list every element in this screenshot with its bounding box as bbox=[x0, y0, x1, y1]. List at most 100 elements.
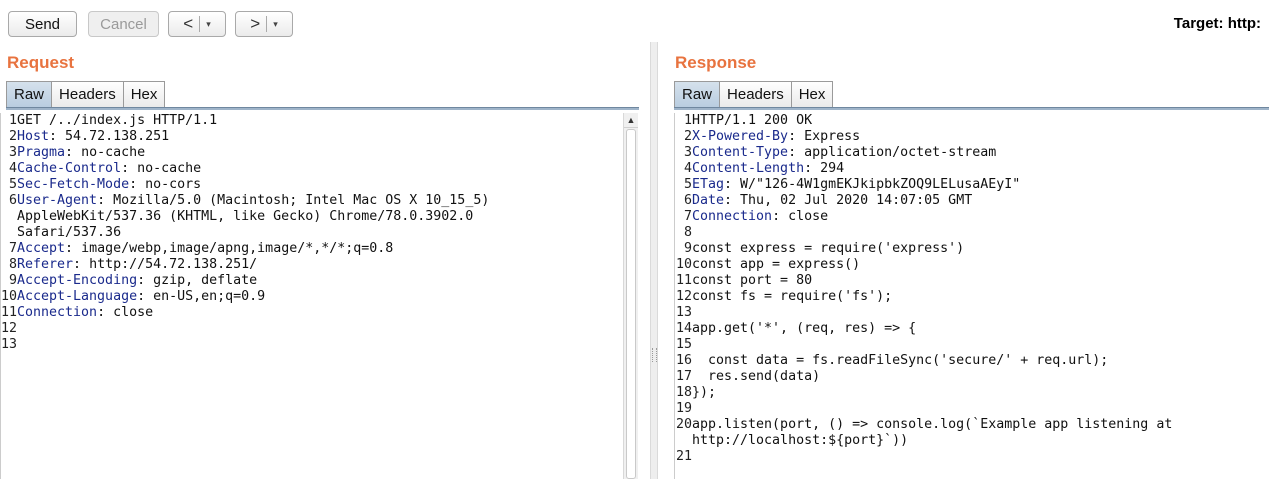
code-text: Pragma: no-cache bbox=[17, 145, 146, 160]
line-number: 9 bbox=[8, 273, 17, 288]
split-divider[interactable] bbox=[650, 42, 658, 479]
divider-grip[interactable] bbox=[652, 348, 657, 362]
line-value: image/webp,image/apng,image/*,*/*;q=0.8 bbox=[81, 241, 394, 256]
scroll-up-icon[interactable]: ▲ bbox=[624, 113, 638, 128]
code-text: app.get('*', (req, res) => { bbox=[692, 321, 1269, 337]
code-text: Accept-Encoding: gzip, deflate bbox=[17, 273, 258, 288]
chevron-down-icon[interactable]: ▾ bbox=[273, 19, 278, 30]
line-value: HTTP/1.1 200 OK bbox=[692, 113, 813, 128]
line-number: 11 bbox=[675, 273, 692, 288]
code-line: 11 Connection: close bbox=[1, 305, 623, 321]
line-value: no-cache bbox=[81, 145, 146, 160]
line-value: en-US,en;q=0.9 bbox=[153, 289, 266, 304]
code-line: 15 bbox=[675, 337, 1269, 353]
request-tab-raw[interactable]: Raw bbox=[6, 81, 53, 107]
line-number: 4 bbox=[683, 161, 692, 176]
line-value: W/"126-4W1gmEKJkipbkZOQ9LELusaAEyI" bbox=[740, 177, 1021, 192]
code-line: 9 const express = require('express') bbox=[675, 241, 1269, 257]
line-value: no-cors bbox=[145, 177, 202, 192]
code-line: 8 Referer: http://54.72.138.251/ bbox=[1, 257, 623, 273]
request-pane: Request Raw Headers Hex 1 GET /../index.j… bbox=[0, 50, 640, 479]
code-line: 21 bbox=[675, 449, 1269, 465]
chevron-left-icon: < bbox=[183, 14, 194, 33]
line-value: http://localhost:${port}`)) bbox=[692, 433, 909, 448]
request-tab-headers[interactable]: Headers bbox=[51, 81, 124, 107]
line-value: close bbox=[113, 305, 154, 320]
code-line: 1 GET /../index.js HTTP/1.1 bbox=[1, 113, 623, 129]
request-tab-hex[interactable]: Hex bbox=[122, 81, 166, 107]
line-value: const app = express() bbox=[692, 257, 861, 272]
code-text: Host: 54.72.138.251 bbox=[17, 129, 170, 144]
back-button[interactable]: < ▾ bbox=[168, 11, 226, 37]
forward-button[interactable]: > ▾ bbox=[235, 11, 293, 37]
code-text: }); bbox=[692, 385, 1269, 401]
line-number: 15 bbox=[675, 337, 692, 352]
line-value: const port = 80 bbox=[692, 273, 813, 288]
line-value: const data = fs.readFileSync('secure/' +… bbox=[692, 353, 1109, 368]
header-name: Content-Type bbox=[692, 145, 789, 160]
line-value: res.send(data) bbox=[692, 369, 821, 384]
line-number: 2 bbox=[683, 129, 692, 144]
request-scrollbar[interactable]: ▲ bbox=[623, 113, 638, 479]
response-tab-raw[interactable]: Raw bbox=[674, 81, 721, 107]
button-separator bbox=[199, 16, 201, 32]
send-button[interactable]: Send bbox=[8, 11, 77, 37]
request-editor[interactable]: 1 GET /../index.js HTTP/1.1 2 Host: 54.72.1… bbox=[0, 113, 623, 479]
line-number: 12 bbox=[675, 289, 692, 304]
code-text: Sec-Fetch-Mode: no-cors bbox=[17, 177, 202, 192]
line-number: 3 bbox=[8, 145, 17, 160]
code-line: 6 Date: Thu, 02 Jul 2020 14:07:05 GMT bbox=[675, 193, 1269, 209]
code-text: ETag: W/"126-4W1gmEKJkipbkZOQ9LELusaAEyI… bbox=[692, 177, 1021, 192]
code-line: 3 Pragma: no-cache bbox=[1, 145, 623, 161]
request-tabs: Raw Headers Hex bbox=[6, 81, 166, 107]
line-value: }); bbox=[692, 385, 717, 400]
response-tab-headers[interactable]: Headers bbox=[719, 81, 792, 107]
code-line: 8 bbox=[675, 225, 1269, 241]
header-name: Pragma bbox=[17, 145, 66, 160]
code-text: Connection: close bbox=[17, 305, 154, 320]
cancel-button[interactable]: Cancel bbox=[88, 11, 159, 37]
line-number: 5 bbox=[8, 177, 17, 192]
code-line: 13 bbox=[675, 305, 1269, 321]
line-number: 21 bbox=[675, 449, 692, 464]
line-number bbox=[1, 209, 17, 225]
line-value: application/octet-stream bbox=[804, 145, 997, 160]
code-line: 5 ETag: W/"126-4W1gmEKJkipbkZOQ9LELusaAEy… bbox=[675, 177, 1269, 193]
line-number: 13 bbox=[1, 337, 18, 352]
code-text: AppleWebKit/537.36 (KHTML, like Gecko) C… bbox=[17, 209, 623, 225]
code-text: GET /../index.js HTTP/1.1 bbox=[17, 113, 623, 129]
code-line: 5 Sec-Fetch-Mode: no-cors bbox=[1, 177, 623, 193]
scrollbar-thumb[interactable] bbox=[626, 129, 636, 479]
code-text: X-Powered-By: Express bbox=[692, 129, 861, 144]
code-line: 2 Host: 54.72.138.251 bbox=[1, 129, 623, 145]
code-line: 18}); bbox=[675, 385, 1269, 401]
code-text: const fs = require('fs'); bbox=[692, 289, 1269, 305]
line-value: Mozilla/5.0 (Macintosh; Intel Mac OS X 1… bbox=[113, 193, 490, 208]
line-number: 6 bbox=[8, 193, 17, 208]
line-number: 12 bbox=[1, 321, 18, 336]
header-name: Sec-Fetch-Mode bbox=[17, 177, 130, 192]
response-editor[interactable]: 1 HTTP/1.1 200 OK 2 X-Powered-By: Express 3 C… bbox=[674, 113, 1269, 479]
line-number: 7 bbox=[683, 209, 692, 224]
code-line: 6 User-Agent: Mozilla/5.0 (Macintosh; Int… bbox=[1, 193, 623, 209]
response-tab-hex[interactable]: Hex bbox=[790, 81, 834, 107]
line-value: app.listen(port, () => console.log(`Exam… bbox=[692, 417, 1173, 432]
line-number: 3 bbox=[683, 145, 692, 160]
code-text: Cache-Control: no-cache bbox=[17, 161, 202, 176]
line-number: 8 bbox=[8, 257, 17, 272]
line-number: 8 bbox=[683, 225, 692, 240]
code-line: 4 Cache-Control: no-cache bbox=[1, 161, 623, 177]
code-line: 2 X-Powered-By: Express bbox=[675, 129, 1269, 145]
code-line: http://localhost:${port}`)) bbox=[675, 433, 1269, 449]
line-number: 1 bbox=[683, 113, 692, 128]
code-line: 11 const port = 80 bbox=[675, 273, 1269, 289]
code-text: const express = require('express') bbox=[692, 241, 1269, 257]
code-text: res.send(data) bbox=[692, 369, 1269, 385]
toolbar: Send Cancel < ▾ > ▾ Target: http: bbox=[0, 0, 1269, 50]
line-number bbox=[1, 225, 17, 241]
chevron-down-icon[interactable]: ▾ bbox=[206, 19, 211, 30]
